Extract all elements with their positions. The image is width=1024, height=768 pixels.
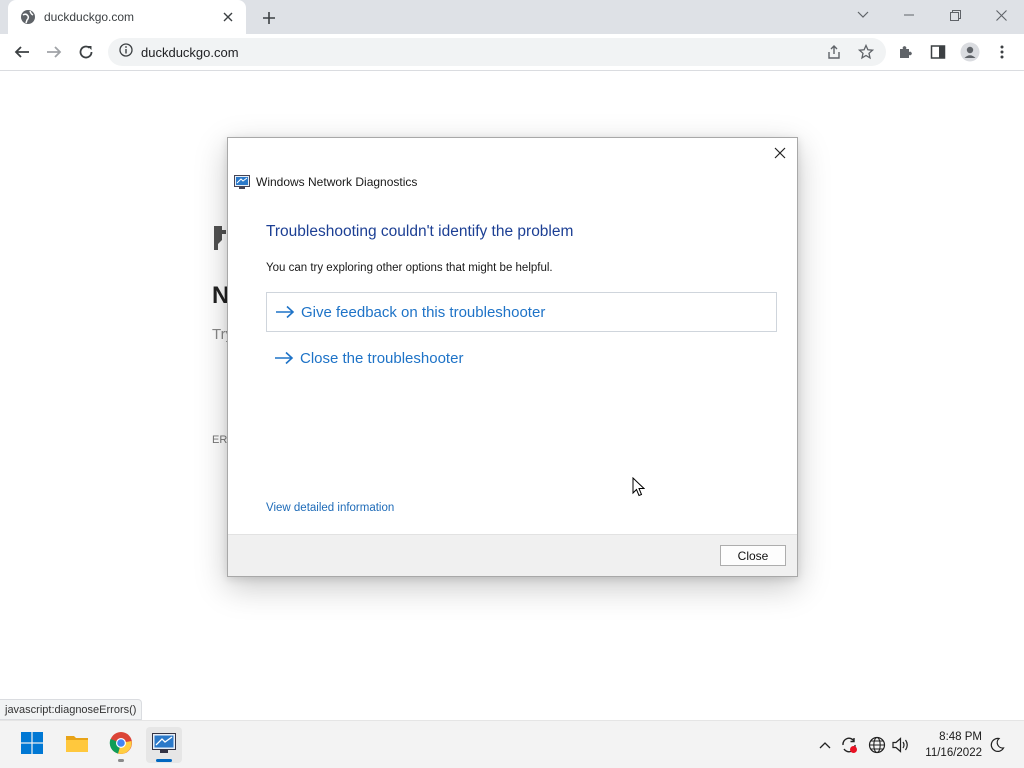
chrome-taskbar-button[interactable] <box>103 727 139 763</box>
tab-search-icon[interactable] <box>840 0 886 30</box>
windows-taskbar: 8:48 PM 11/16/2022 <box>0 720 1024 768</box>
extensions-puzzle-icon[interactable] <box>892 38 920 66</box>
network-globe-icon[interactable] <box>867 735 887 755</box>
dialog-window-title: Windows Network Diagnostics <box>256 175 418 189</box>
browser-tab[interactable]: duckduckgo.com <box>8 0 246 34</box>
option-label: Give feedback on this troubleshooter <box>301 303 546 321</box>
dialog-footer: Close <box>228 534 797 576</box>
windows-logo-icon <box>21 731 43 759</box>
globe-icon <box>20 9 36 25</box>
clock-date: 11/16/2022 <box>925 747 982 759</box>
share-icon[interactable] <box>826 44 842 65</box>
sync-update-icon[interactable] <box>839 735 859 755</box>
view-detailed-information-link[interactable]: View detailed information <box>266 502 394 514</box>
network-diagnostics-taskbar-button[interactable] <box>146 727 182 763</box>
volume-speaker-icon[interactable] <box>891 735 911 755</box>
profile-avatar-icon[interactable] <box>956 38 984 66</box>
give-feedback-option[interactable]: Give feedback on this troubleshooter <box>266 292 777 332</box>
link-status-bubble: javascript:diagnoseErrors() <box>0 699 143 720</box>
browser-toolbar: duckduckgo.com <box>0 34 1024 71</box>
chrome-icon <box>109 731 133 760</box>
close-window-button[interactable] <box>978 0 1024 30</box>
system-clock[interactable]: 8:48 PM 11/16/2022 <box>925 729 982 761</box>
info-icon[interactable] <box>119 42 133 62</box>
new-tab-button[interactable] <box>258 7 280 29</box>
network-diagnostics-icon <box>152 732 176 758</box>
file-explorer-taskbar-button[interactable] <box>59 727 95 763</box>
reload-button[interactable] <box>72 38 100 66</box>
network-diagnostics-dialog: Windows Network Diagnostics Troubleshoot… <box>227 137 798 577</box>
bookmark-star-icon[interactable] <box>857 43 875 65</box>
address-bar[interactable]: duckduckgo.com <box>108 38 886 66</box>
dialog-description: You can try exploring other options that… <box>266 262 553 274</box>
network-diagnostics-icon <box>234 175 250 189</box>
tab-close-icon[interactable] <box>220 9 236 25</box>
dialog-heading: Troubleshooting couldn't identify the pr… <box>266 223 574 240</box>
active-indicator <box>156 759 172 762</box>
folder-icon <box>65 733 89 758</box>
arrow-right-icon <box>274 351 294 365</box>
close-troubleshooter-option[interactable]: Close the troubleshooter <box>266 338 777 378</box>
close-button[interactable]: Close <box>720 545 786 566</box>
tab-title: duckduckgo.com <box>44 10 135 24</box>
dialog-close-icon[interactable] <box>769 142 791 164</box>
side-panel-icon[interactable] <box>924 38 952 66</box>
back-button[interactable] <box>8 38 36 66</box>
restore-button[interactable] <box>932 0 978 30</box>
start-button[interactable] <box>14 727 50 763</box>
tab-strip: duckduckgo.com <box>0 0 1024 34</box>
minimize-button[interactable] <box>886 0 932 30</box>
focus-assist-moon-icon[interactable] <box>987 735 1007 755</box>
show-hidden-icons-chevron-icon[interactable] <box>815 735 835 755</box>
option-label: Close the troubleshooter <box>300 349 464 367</box>
browser-menu-icon[interactable] <box>988 38 1016 66</box>
mouse-cursor-icon <box>632 476 646 502</box>
arrow-right-icon <box>275 305 295 319</box>
forward-button[interactable] <box>40 38 68 66</box>
url-text: duckduckgo.com <box>141 44 239 60</box>
clock-time: 8:48 PM <box>939 731 982 743</box>
dialog-titlebar: Windows Network Diagnostics <box>234 175 417 189</box>
running-indicator <box>118 759 124 762</box>
